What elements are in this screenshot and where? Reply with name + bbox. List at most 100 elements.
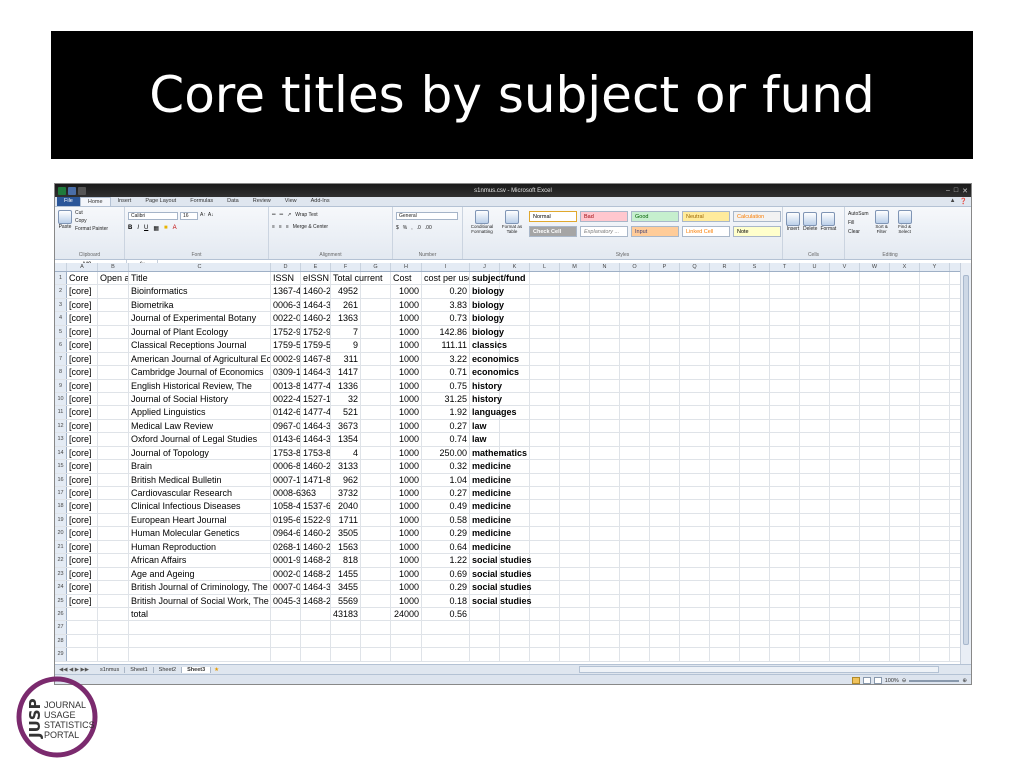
cell-cost[interactable]: 1000: [391, 460, 422, 473]
grid-cell[interactable]: [650, 540, 680, 554]
grid-cell[interactable]: [800, 500, 830, 513]
grid-cell[interactable]: [890, 621, 920, 634]
grid-cell[interactable]: [530, 366, 560, 379]
grid-cell[interactable]: [530, 379, 560, 392]
grid-cell[interactable]: [590, 379, 620, 392]
tab-formulas[interactable]: Formulas: [183, 197, 220, 206]
cell-cost-per-use[interactable]: 0.29: [422, 527, 470, 540]
grid-cell[interactable]: [920, 594, 950, 607]
grid-cell[interactable]: [650, 634, 680, 648]
grid-cell[interactable]: [740, 554, 770, 567]
grid-cell[interactable]: [710, 500, 740, 513]
grid-cell[interactable]: [680, 298, 710, 312]
grid-cell[interactable]: [800, 527, 830, 540]
grid-cell[interactable]: [530, 312, 560, 325]
grid-cell[interactable]: [770, 366, 800, 379]
cell-eissn[interactable]: 1468-2: [301, 594, 331, 607]
cell-cost-per-use[interactable]: 1.04: [422, 473, 470, 486]
grid-cell[interactable]: [98, 366, 129, 379]
grid-cell[interactable]: [98, 607, 129, 621]
grid-cell[interactable]: [860, 621, 890, 634]
grid-cell[interactable]: [740, 366, 770, 379]
grid-cell[interactable]: [680, 487, 710, 500]
header-eissn[interactable]: eISSN: [301, 272, 331, 285]
grid-cell[interactable]: [620, 567, 650, 581]
row-number[interactable]: 10: [55, 392, 67, 406]
grid-cell[interactable]: [680, 446, 710, 460]
grid-cell[interactable]: [422, 621, 470, 634]
grid-cell[interactable]: [890, 540, 920, 554]
grid-cell[interactable]: [800, 419, 830, 433]
grid-cell[interactable]: [500, 634, 530, 648]
cell-cost[interactable]: 1000: [391, 298, 422, 312]
grid-cell[interactable]: [560, 634, 590, 648]
cell-cost-per-use[interactable]: 1.22: [422, 554, 470, 567]
grid-cell[interactable]: [422, 648, 470, 661]
grid-cell[interactable]: [920, 446, 950, 460]
cell-eissn[interactable]: 1464-3: [301, 581, 331, 594]
grid-cell[interactable]: [560, 379, 590, 392]
grid-cell[interactable]: [67, 648, 98, 661]
row-number[interactable]: 21: [55, 540, 67, 554]
cell-core[interactable]: [core]: [67, 581, 98, 594]
cell-eissn[interactable]: 1467-8: [301, 352, 331, 366]
column-header-e[interactable]: E: [301, 263, 331, 271]
cell-core[interactable]: [core]: [67, 352, 98, 366]
grid-cell[interactable]: [740, 272, 770, 285]
column-header-v[interactable]: V: [830, 263, 860, 271]
grid-cell[interactable]: [860, 352, 890, 366]
grid-cell[interactable]: [650, 607, 680, 621]
grid-cell[interactable]: [710, 527, 740, 540]
grid-cell[interactable]: [860, 419, 890, 433]
cell-core[interactable]: [core]: [67, 473, 98, 486]
grid-cell[interactable]: [710, 621, 740, 634]
column-header-d[interactable]: D: [271, 263, 301, 271]
grid-cell[interactable]: [920, 500, 950, 513]
grid-cell[interactable]: [770, 634, 800, 648]
cell-eissn[interactable]: 1460-2: [301, 460, 331, 473]
grid-cell[interactable]: [129, 621, 271, 634]
grid-cell[interactable]: [770, 392, 800, 406]
grid-cell[interactable]: [560, 312, 590, 325]
grid-cell[interactable]: [530, 352, 560, 366]
grid-cell[interactable]: [620, 621, 650, 634]
grid-cell[interactable]: [680, 366, 710, 379]
grid-cell[interactable]: [710, 285, 740, 298]
grid-cell[interactable]: [680, 473, 710, 486]
grid-cell[interactable]: [620, 366, 650, 379]
cell-core[interactable]: [core]: [67, 285, 98, 298]
grid-cell[interactable]: [361, 607, 391, 621]
grid-cell[interactable]: [770, 594, 800, 607]
font-color-icon[interactable]: A: [173, 225, 177, 232]
cell-cost[interactable]: 1000: [391, 446, 422, 460]
cell-total-current[interactable]: 1455: [331, 567, 361, 581]
grid-cell[interactable]: [770, 500, 800, 513]
cell-subject-fund[interactable]: biology: [470, 285, 504, 298]
grid-cell[interactable]: [740, 460, 770, 473]
grid-cell[interactable]: [680, 540, 710, 554]
format-painter-button[interactable]: Format Painter: [75, 226, 108, 232]
grid-cell[interactable]: [680, 513, 710, 527]
cell-core[interactable]: [core]: [67, 446, 98, 460]
grid-cell[interactable]: [530, 406, 560, 419]
grid-cell[interactable]: [620, 487, 650, 500]
grid-cell[interactable]: [770, 540, 800, 554]
wrap-text-button[interactable]: Wrap Text: [295, 212, 317, 218]
grid-cell[interactable]: [500, 419, 530, 433]
grid-cell[interactable]: [710, 473, 740, 486]
grid-cell[interactable]: [890, 339, 920, 352]
cell-subject-fund[interactable]: medicine: [470, 540, 511, 554]
grid-cell[interactable]: [740, 339, 770, 352]
grid-cell[interactable]: [770, 406, 800, 419]
grid-cell[interactable]: [890, 473, 920, 486]
grid-cell[interactable]: [620, 581, 650, 594]
format-as-table-button[interactable]: Format as Table: [499, 210, 525, 234]
cell-issn[interactable]: 1752-9: [271, 325, 301, 339]
grid-cell[interactable]: [361, 419, 391, 433]
cell-style-good[interactable]: Good: [631, 211, 679, 222]
tab-add-ins[interactable]: Add-Ins: [304, 197, 337, 206]
cell-total-current[interactable]: 818: [331, 554, 361, 567]
cell-cost-per-use[interactable]: 1.92: [422, 406, 470, 419]
grid-cell[interactable]: [620, 379, 650, 392]
grid-cell[interactable]: [620, 325, 650, 339]
